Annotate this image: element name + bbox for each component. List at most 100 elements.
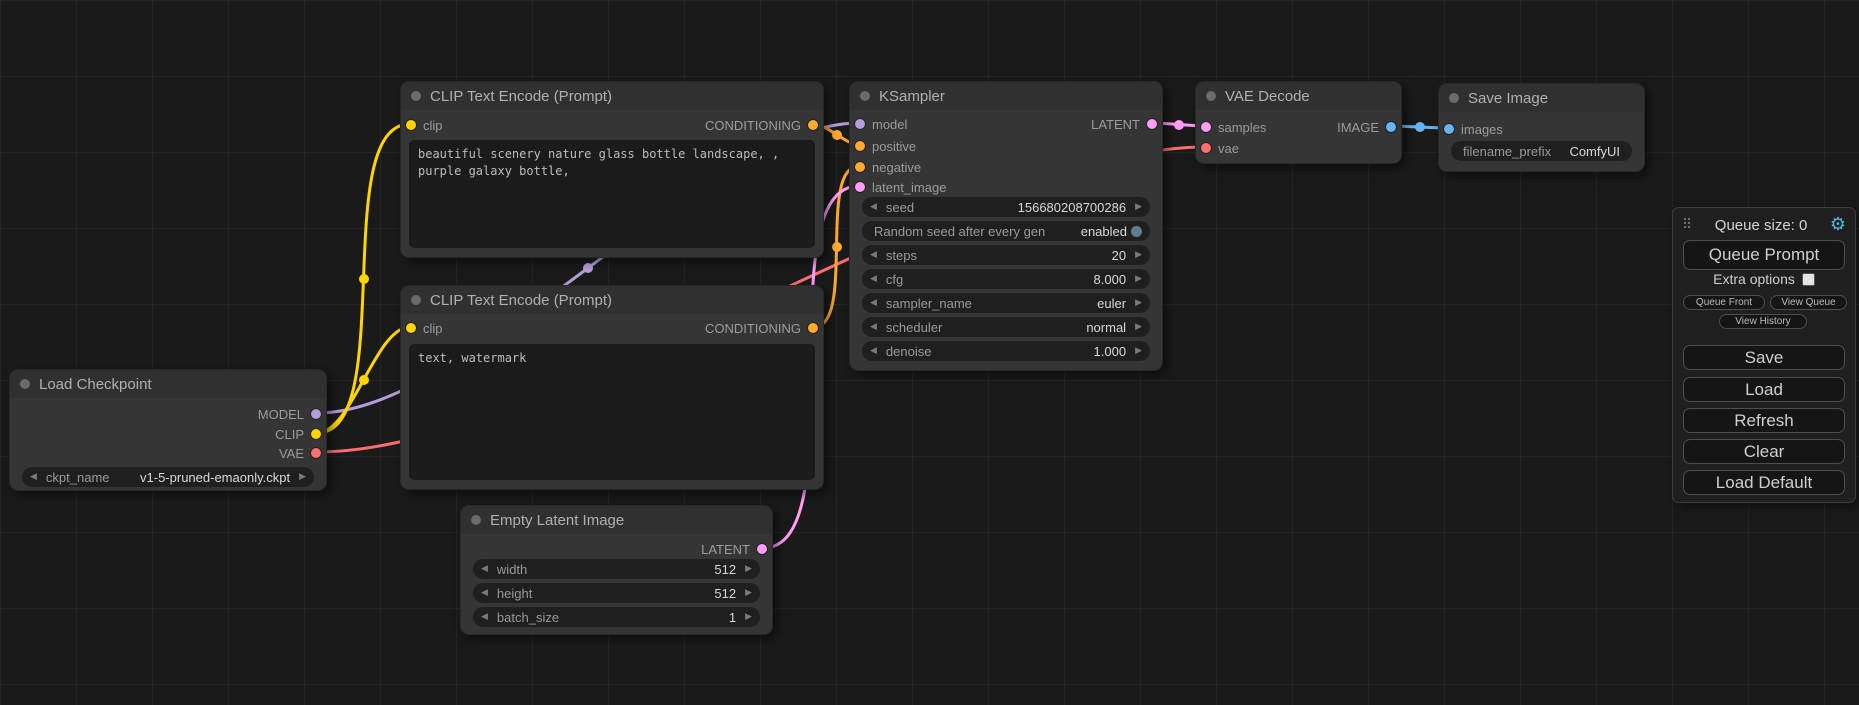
node-save-image[interactable]: Save Image images filename_prefix ComfyU… xyxy=(1438,83,1645,172)
filename-prefix-widget[interactable]: filename_prefix ComfyUI xyxy=(1451,141,1632,161)
vae-output-slot[interactable] xyxy=(311,448,321,458)
refresh-button[interactable]: Refresh xyxy=(1683,408,1845,433)
clear-button[interactable]: Clear xyxy=(1683,439,1845,464)
node-canvas[interactable]: { "colors": { "model": "#B39DDB", "clip"… xyxy=(0,0,1859,705)
drag-handle-icon[interactable]: ⠿ xyxy=(1682,217,1692,233)
node-load-checkpoint[interactable]: Load Checkpoint MODEL CLIP VAE ◀ ckpt_na… xyxy=(9,369,327,491)
prev-arrow-icon[interactable]: ◀ xyxy=(481,588,488,598)
node-header[interactable]: KSampler xyxy=(850,82,1162,110)
next-arrow-icon[interactable]: ▶ xyxy=(745,612,752,622)
random-seed-toggle-widget[interactable]: Random seed after every gen enabled xyxy=(862,221,1150,241)
node-header[interactable]: CLIP Text Encode (Prompt) xyxy=(401,82,823,110)
node-header[interactable]: CLIP Text Encode (Prompt) xyxy=(401,286,823,314)
denoise-widget[interactable]: ◀ denoise 1.000 ▶ xyxy=(862,341,1150,361)
latent-image-input-slot[interactable] xyxy=(855,182,865,192)
positive-input-slot[interactable] xyxy=(855,141,865,151)
prompt-textarea[interactable]: beautiful scenery nature glass bottle la… xyxy=(409,140,815,248)
negative-input-slot[interactable] xyxy=(855,162,865,172)
save-button[interactable]: Save xyxy=(1683,345,1845,370)
model-output-slot[interactable] xyxy=(311,409,321,419)
link-midpoint-dot xyxy=(832,242,842,252)
link-midpoint-dot xyxy=(1174,120,1184,130)
latent-output-slot[interactable] xyxy=(1147,119,1157,129)
next-arrow-icon[interactable]: ▶ xyxy=(745,588,752,598)
node-empty-latent-image[interactable]: Empty Latent Image LATENT ◀ width 512 ▶ … xyxy=(460,505,773,635)
widget-value: v1-5-pruned-emaonly.ckpt xyxy=(140,470,290,485)
toggle-dot-icon[interactable] xyxy=(1131,226,1142,237)
next-arrow-icon[interactable]: ▶ xyxy=(1135,298,1142,308)
prev-arrow-icon[interactable]: ◀ xyxy=(870,346,877,356)
node-vae-decode[interactable]: VAE Decode samples IMAGE vae xyxy=(1195,81,1402,164)
image-output-slot[interactable] xyxy=(1386,122,1396,132)
next-arrow-icon[interactable]: ▶ xyxy=(1135,346,1142,356)
queue-prompt-button[interactable]: Queue Prompt xyxy=(1683,240,1845,270)
prompt-textarea[interactable]: text, watermark xyxy=(409,344,815,480)
prev-arrow-icon[interactable]: ◀ xyxy=(870,274,877,284)
batch-size-widget[interactable]: ◀ batch_size 1 ▶ xyxy=(473,607,760,627)
widget-label: width xyxy=(497,562,527,577)
widget-value: 20 xyxy=(1112,248,1126,263)
collapse-toggle-icon[interactable] xyxy=(411,295,421,305)
collapse-toggle-icon[interactable] xyxy=(20,379,30,389)
node-header[interactable]: Save Image xyxy=(1439,84,1644,112)
output-label: MODEL xyxy=(258,407,304,422)
input-label: vae xyxy=(1218,141,1239,156)
next-arrow-icon[interactable]: ▶ xyxy=(1135,202,1142,212)
images-input-slot[interactable] xyxy=(1444,124,1454,134)
steps-widget[interactable]: ◀ steps 20 ▶ xyxy=(862,245,1150,265)
scheduler-widget[interactable]: ◀ scheduler normal ▶ xyxy=(862,317,1150,337)
cfg-widget[interactable]: ◀ cfg 8.000 ▶ xyxy=(862,269,1150,289)
widget-label: sampler_name xyxy=(886,296,972,311)
next-arrow-icon[interactable]: ▶ xyxy=(299,472,306,482)
node-header[interactable]: Empty Latent Image xyxy=(461,506,772,534)
extra-options-checkbox[interactable] xyxy=(1802,273,1815,286)
widget-label: seed xyxy=(886,200,914,215)
node-clip-text-encode-negative[interactable]: CLIP Text Encode (Prompt) clip CONDITION… xyxy=(400,285,824,490)
prev-arrow-icon[interactable]: ◀ xyxy=(870,202,877,212)
node-title: CLIP Text Encode (Prompt) xyxy=(430,88,612,105)
view-queue-button[interactable]: View Queue xyxy=(1770,295,1847,310)
load-button[interactable]: Load xyxy=(1683,377,1845,402)
gear-icon[interactable]: ⚙ xyxy=(1830,216,1846,234)
prev-arrow-icon[interactable]: ◀ xyxy=(481,612,488,622)
vae-input-slot[interactable] xyxy=(1201,143,1211,153)
width-widget[interactable]: ◀ width 512 ▶ xyxy=(473,559,760,579)
widget-label: Random seed after every gen xyxy=(874,224,1045,239)
height-widget[interactable]: ◀ height 512 ▶ xyxy=(473,583,760,603)
widget-value: 1.000 xyxy=(1094,344,1127,359)
sampler-name-widget[interactable]: ◀ sampler_name euler ▶ xyxy=(862,293,1150,313)
widget-value: 512 xyxy=(714,562,736,577)
node-title: Empty Latent Image xyxy=(490,512,624,529)
prev-arrow-icon[interactable]: ◀ xyxy=(870,250,877,260)
latent-output-slot[interactable] xyxy=(757,544,767,554)
clip-output-slot[interactable] xyxy=(311,429,321,439)
output-label: CONDITIONING xyxy=(705,321,801,336)
widget-value: ComfyUI xyxy=(1569,144,1620,159)
node-header[interactable]: VAE Decode xyxy=(1196,82,1401,110)
seed-widget[interactable]: ◀ seed 156680208700286 ▶ xyxy=(862,197,1150,217)
prev-arrow-icon[interactable]: ◀ xyxy=(870,298,877,308)
next-arrow-icon[interactable]: ▶ xyxy=(745,564,752,574)
node-ksampler[interactable]: KSampler model LATENT positive negative … xyxy=(849,81,1163,371)
queue-front-button[interactable]: Queue Front xyxy=(1683,295,1765,310)
node-header[interactable]: Load Checkpoint xyxy=(10,370,326,398)
next-arrow-icon[interactable]: ▶ xyxy=(1135,274,1142,284)
prev-arrow-icon[interactable]: ◀ xyxy=(30,472,37,482)
next-arrow-icon[interactable]: ▶ xyxy=(1135,322,1142,332)
widget-value: enabled xyxy=(1081,224,1127,239)
collapse-toggle-icon[interactable] xyxy=(860,91,870,101)
next-arrow-icon[interactable]: ▶ xyxy=(1135,250,1142,260)
conditioning-output-slot[interactable] xyxy=(808,323,818,333)
conditioning-output-slot[interactable] xyxy=(808,120,818,130)
widget-value: euler xyxy=(1097,296,1126,311)
prev-arrow-icon[interactable]: ◀ xyxy=(870,322,877,332)
view-history-button[interactable]: View History xyxy=(1719,314,1807,329)
load-default-button[interactable]: Load Default xyxy=(1683,470,1845,495)
collapse-toggle-icon[interactable] xyxy=(411,91,421,101)
ckpt-name-widget[interactable]: ◀ ckpt_name v1-5-pruned-emaonly.ckpt ▶ xyxy=(22,467,314,487)
prev-arrow-icon[interactable]: ◀ xyxy=(481,564,488,574)
collapse-toggle-icon[interactable] xyxy=(471,515,481,525)
collapse-toggle-icon[interactable] xyxy=(1449,93,1459,103)
collapse-toggle-icon[interactable] xyxy=(1206,91,1216,101)
node-clip-text-encode-positive[interactable]: CLIP Text Encode (Prompt) clip CONDITION… xyxy=(400,81,824,258)
